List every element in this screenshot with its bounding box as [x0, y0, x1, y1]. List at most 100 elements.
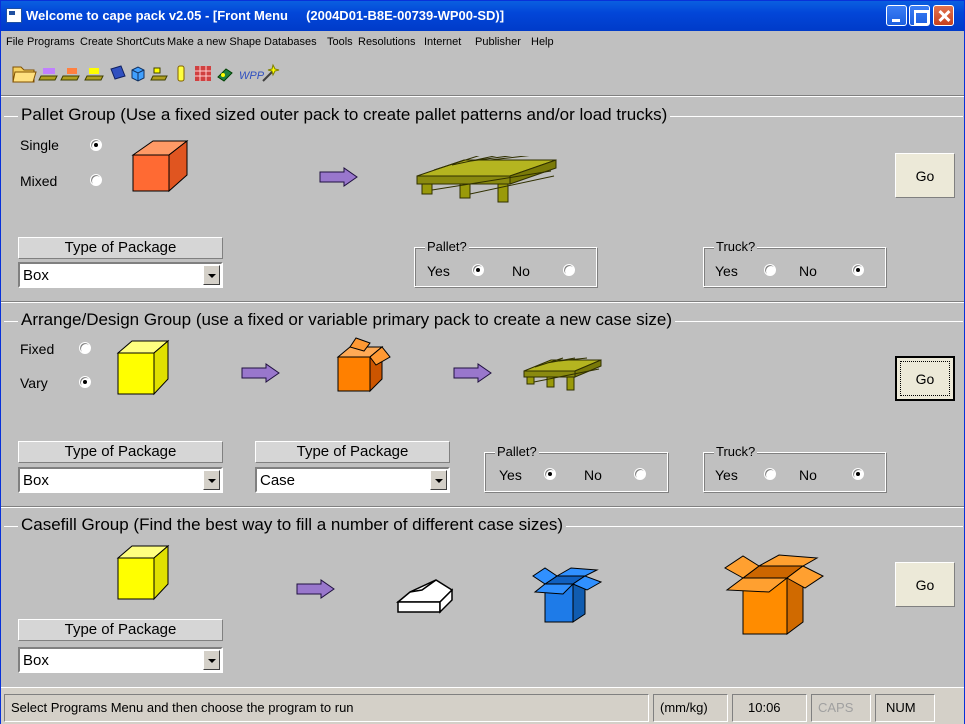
magic-wand-icon[interactable] — [262, 63, 280, 82]
open-folder-icon[interactable] — [12, 66, 37, 83]
arrow-icon — [453, 363, 492, 383]
pallet-package-value: Box — [23, 267, 49, 284]
truck-no-radio[interactable] — [852, 264, 864, 276]
orange-box-icon — [131, 139, 189, 193]
app-icon[interactable] — [6, 8, 22, 23]
blue-box-icon — [532, 567, 603, 623]
open-case-icon — [336, 337, 391, 393]
arrange-pallet-no-radio[interactable] — [634, 468, 646, 480]
casefill-package-value: Box — [23, 652, 49, 669]
pallet-tool-3-icon[interactable] — [84, 68, 104, 81]
arrange-truck-no-radio[interactable] — [852, 468, 864, 480]
pallet-pattern-icon[interactable] — [195, 66, 211, 81]
arrange-go-button[interactable]: Go — [895, 356, 955, 401]
mixed-radio[interactable] — [90, 174, 102, 186]
pallet-no-radio[interactable] — [563, 264, 575, 276]
minimize-button[interactable] — [886, 5, 907, 26]
menu-make-new-shape[interactable]: Make a new Shape — [167, 36, 261, 48]
chevron-down-icon[interactable] — [203, 265, 220, 285]
single-label: Single — [20, 137, 59, 153]
bottle-icon[interactable] — [177, 65, 185, 82]
menu-bar: File Programs Create ShortCuts Make a ne… — [1, 32, 964, 52]
status-num: NUM — [875, 694, 935, 722]
truck-legend: Truck? — [714, 239, 758, 254]
orange-case-icon — [724, 554, 824, 635]
casefill-package-header: Type of Package — [18, 619, 223, 641]
arrange-package2-value: Case — [260, 472, 296, 489]
cube-icon[interactable] — [131, 66, 145, 82]
pallet-no-label: No — [512, 263, 530, 279]
arrange-pallet-no-label: No — [584, 467, 602, 483]
single-radio[interactable] — [90, 139, 102, 151]
status-time: 10:06 — [732, 694, 807, 722]
chevron-down-icon[interactable] — [430, 470, 447, 490]
arrange-package1-value: Box — [23, 472, 49, 489]
yellow-box-icon — [116, 544, 170, 601]
open-tray-icon — [396, 579, 454, 614]
status-units: (mm/kg) — [653, 694, 728, 722]
vary-label: Vary — [20, 375, 48, 391]
casefill-group-title: Casefill Group (Find the best way to fil… — [18, 515, 567, 535]
wpp-icon[interactable]: WPP — [239, 70, 265, 82]
book-icon[interactable] — [110, 65, 126, 80]
pallet-icon — [416, 156, 557, 203]
menu-internet[interactable]: Internet — [424, 36, 461, 48]
truck-no-label: No — [799, 263, 817, 279]
arrow-icon — [296, 579, 335, 599]
title-bar[interactable]: Welcome to cape pack v2.05 - [Front Menu… — [1, 1, 964, 31]
arrange-truck-yes-radio[interactable] — [764, 468, 776, 480]
menu-create-shortcuts[interactable]: Create ShortCuts — [80, 36, 165, 48]
arrange-package2-header: Type of Package — [255, 441, 450, 463]
arrange-group-title: Arrange/Design Group (use a fixed or var… — [18, 310, 676, 330]
mixed-label: Mixed — [20, 173, 58, 189]
menu-databases[interactable]: Databases — [264, 36, 317, 48]
window-title: Welcome to cape pack v2.05 - [Front Menu… — [26, 8, 505, 23]
arrange-truck-yes-label: Yes — [715, 467, 738, 483]
arrange-pallet-legend: Pallet? — [495, 444, 539, 459]
status-message: Select Programs Menu and then choose the… — [4, 694, 649, 722]
chevron-down-icon[interactable] — [203, 470, 220, 490]
menu-help[interactable]: Help — [531, 36, 554, 48]
menu-tools[interactable]: Tools — [327, 36, 353, 48]
arrange-separator — [1, 301, 964, 303]
arrow-icon — [241, 363, 280, 383]
fixed-label: Fixed — [20, 341, 55, 357]
pallet-package-select[interactable]: Box — [18, 262, 223, 288]
truck-yes-label: Yes — [715, 263, 738, 279]
maximize-button[interactable] — [909, 5, 930, 26]
pallet-go-button[interactable]: Go — [895, 153, 955, 198]
casefill-go-button[interactable]: Go — [895, 562, 955, 607]
toolbar-separator — [1, 95, 964, 97]
arrange-package2-select[interactable]: Case — [255, 467, 450, 493]
arrange-pallet-yes-radio[interactable] — [544, 468, 556, 480]
status-bar: Select Programs Menu and then choose the… — [1, 687, 964, 724]
arrange-pallet-yes-label: Yes — [499, 467, 522, 483]
pallet-yes-radio[interactable] — [472, 264, 484, 276]
pallet-icon — [523, 357, 602, 391]
menu-resolutions[interactable]: Resolutions — [358, 36, 415, 48]
menu-publisher[interactable]: Publisher — [475, 36, 521, 48]
status-caps: CAPS — [811, 694, 871, 722]
menu-programs[interactable]: Programs — [27, 36, 75, 48]
paint-icon[interactable] — [217, 68, 233, 82]
yellow-box-icon — [116, 339, 170, 396]
fixed-radio[interactable] — [79, 342, 91, 354]
casefill-package-select[interactable]: Box — [18, 647, 223, 673]
toolbar: WPP — [12, 63, 280, 83]
pallet-tool-icon[interactable] — [38, 68, 58, 81]
vary-radio[interactable] — [79, 376, 91, 388]
truck-yes-radio[interactable] — [764, 264, 776, 276]
close-button[interactable] — [933, 5, 954, 26]
arrange-truck-no-label: No — [799, 467, 817, 483]
arrange-tool-icon[interactable] — [150, 67, 168, 81]
pallet-tool-2-icon[interactable] — [60, 68, 80, 81]
arrange-package1-select[interactable]: Box — [18, 467, 223, 493]
pallet-group-title: Pallet Group (Use a fixed sized outer pa… — [18, 105, 671, 125]
arrange-truck-legend: Truck? — [714, 444, 758, 459]
chevron-down-icon[interactable] — [203, 650, 220, 670]
pallet-package-header: Type of Package — [18, 237, 223, 259]
pallet-legend: Pallet? — [425, 239, 469, 254]
arrange-package1-header: Type of Package — [18, 441, 223, 463]
menu-file[interactable]: File — [6, 36, 24, 48]
app-window: Welcome to cape pack v2.05 - [Front Menu… — [0, 0, 965, 724]
